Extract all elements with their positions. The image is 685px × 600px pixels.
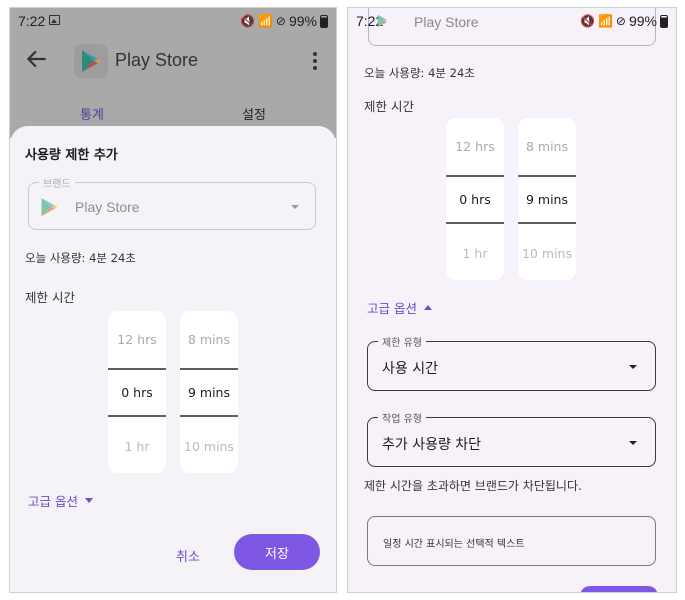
status-bar: 7:22 Play Store 🔇 📶 ⊘ 99% [348,8,676,34]
dropdown-arrow-icon [629,365,637,369]
left-screen: 7:22 🔇 📶 ⊘ 99% Play Store 통계 설정 사용량 제한 추… [10,8,336,592]
cancel-button[interactable]: 취소 [168,542,208,569]
gallery-notification-icon [49,15,60,25]
tab-stats[interactable]: 통계 [80,104,104,123]
picker-item[interactable]: 1 hr [446,246,504,261]
save-button[interactable] [580,586,658,592]
hours-picker[interactable]: 12 hrs 0 hrs 1 hr [446,118,504,280]
picker-item[interactable]: 10 mins [180,439,238,454]
usage-today: 오늘 사용량: 4분 24초 [25,251,136,265]
app-bar: 7:22 🔇 📶 ⊘ 99% Play Store 통계 설정 [10,8,336,138]
usage-today: 오늘 사용량: 4분 24초 [364,66,475,80]
brand-field-label: 브랜드 [39,175,75,190]
sheet-title: 사용량 제한 추가 [25,148,118,163]
hours-picker[interactable]: 12 hrs 0 hrs 1 hr [108,311,166,473]
play-store-icon [41,197,58,217]
limit-type-label: 제한 유형 [378,334,426,349]
picker-item[interactable]: 12 hrs [446,139,504,154]
play-store-icon [377,14,388,28]
expand-more-icon [84,498,93,503]
tab-settings[interactable]: 설정 [242,104,266,123]
advanced-options-toggle[interactable]: 고급 옵션 [28,491,93,510]
optional-text-placeholder: 일정 시간 표시되는 선택적 텍스트 [383,539,525,550]
status-bar: 7:22 🔇 📶 ⊘ 99% [10,8,336,34]
expand-less-icon [423,305,432,310]
save-button[interactable]: 저장 [234,534,320,570]
add-limit-sheet: 사용량 제한 추가 브랜드 Play Store 오늘 사용량: 4분 24초 … [10,126,336,592]
picker-item[interactable]: 10 mins [518,246,576,261]
back-arrow-icon[interactable] [24,46,50,72]
block-note: 제한 시간을 초과하면 브랜드가 차단됩니다. [364,479,582,493]
dropdown-arrow-icon [629,441,637,445]
battery-percent: 99% [628,13,657,29]
advanced-options-label: 고급 옵션 [367,301,417,316]
do-not-disturb-icon: ⊘ [615,14,626,28]
right-screen: 7:22 Play Store 🔇 📶 ⊘ 99% 오늘 사용량: 4분 24초… [348,8,676,592]
battery-icon [660,14,668,28]
picker-selected[interactable]: 0 hrs [108,385,166,400]
battery-icon [320,14,328,28]
picker-item[interactable]: 12 hrs [108,332,166,347]
picker-item[interactable]: 8 mins [180,332,238,347]
limit-type-value: 사용 시간 [382,361,438,377]
picker-item[interactable]: 1 hr [108,439,166,454]
mute-icon: 🔇 [580,14,595,28]
battery-percent: 99% [288,13,317,29]
minutes-picker[interactable]: 8 mins 9 mins 10 mins [180,311,238,473]
advanced-options-toggle[interactable]: 고급 옵션 [367,298,432,317]
more-vert-icon[interactable] [312,52,318,72]
brand-select[interactable]: 브랜드 Play Store [28,175,316,230]
status-time: 7:22 [18,13,46,29]
play-store-logo-icon [74,44,108,78]
action-type-label: 작업 유형 [378,410,426,425]
picker-item[interactable]: 8 mins [518,139,576,154]
picker-selected[interactable]: 9 mins [518,192,576,207]
limit-time-label: 제한 시간 [25,290,75,305]
dropdown-arrow-icon [291,205,299,209]
wifi-icon: 📶 [597,14,613,28]
limit-time-label: 제한 시간 [364,99,414,114]
minutes-picker[interactable]: 8 mins 9 mins 10 mins [518,118,576,280]
action-type-select[interactable]: 작업 유형 추가 사용량 차단 [367,410,656,467]
picker-selected[interactable]: 0 hrs [446,192,504,207]
brand-value: Play Store [414,14,479,30]
do-not-disturb-icon: ⊘ [275,14,286,28]
wifi-icon: 📶 [257,14,273,28]
advanced-options-label: 고급 옵션 [28,494,78,509]
limit-type-select[interactable]: 제한 유형 사용 시간 [367,334,656,391]
action-type-value: 추가 사용량 차단 [382,437,482,453]
mute-icon: 🔇 [240,14,255,28]
picker-selected[interactable]: 9 mins [180,385,238,400]
app-title: Play Store [115,50,199,70]
optional-text-input[interactable]: 일정 시간 표시되는 선택적 텍스트 [367,516,656,566]
brand-value: Play Store [75,199,140,215]
